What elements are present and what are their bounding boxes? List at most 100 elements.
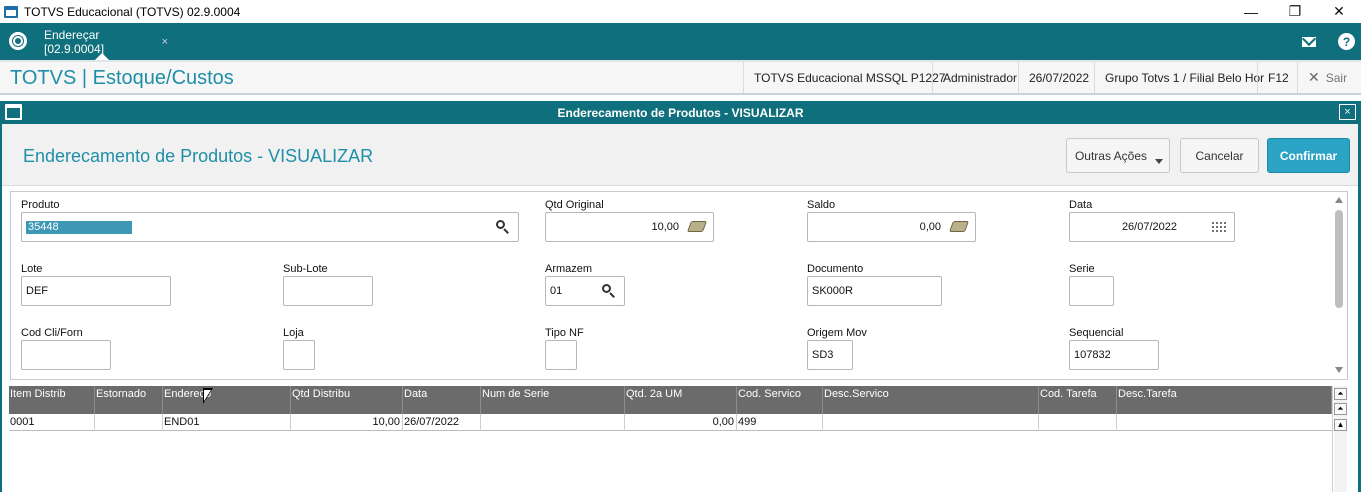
sequencial-label: Sequencial [1069,327,1124,339]
grid-divider [1332,386,1333,492]
produto-label: Produto [21,199,60,211]
tab-label: Endereçar [02.9.0004] [44,27,105,56]
sub-lote-field[interactable] [283,276,373,306]
other-actions-label: Outras Ações [1074,148,1148,163]
other-actions-button[interactable]: Outras Ações [1066,138,1170,173]
armazem-label: Armazem [545,263,593,275]
documento-value: SK000R [812,285,853,297]
lote-label: Lote [21,263,43,275]
module-header: TOTVS | Estoque/Custos TOTVS Educacional… [0,60,1361,95]
data-field[interactable]: 26/07/2022 [1069,212,1235,242]
lote-field[interactable]: DEF [21,276,171,306]
armazem-field[interactable]: 01 [545,276,625,306]
column-header[interactable]: Desc.Tarefa [1117,386,1332,414]
dialog-header: Enderecamento de Produtos - VISUALIZAR O… [2,124,1358,186]
module-title: TOTVS | Estoque/Custos [10,67,234,89]
armazem-value: 01 [550,285,563,297]
scroll-to-top-icon[interactable]: ⏶ [1334,403,1347,415]
mouse-cursor-icon [203,388,213,404]
data-label: Data [1069,199,1093,211]
column-header[interactable]: Estornado [95,386,163,414]
table-cell: 26/07/2022 [403,414,481,431]
search-icon[interactable] [496,220,510,234]
table-cell [481,414,625,431]
grid-scroll-controls: ⏶ ⏶ ▲ [1334,386,1347,492]
page-title: Enderecamento de Produtos - VISUALIZAR [23,146,374,166]
documento-field[interactable]: SK000R [807,276,942,306]
dialog-title: Enderecamento de Produtos - VISUALIZAR [557,106,804,120]
column-header[interactable]: Cod. Servico [737,386,823,414]
saldo-field[interactable]: 0,00 [807,212,976,242]
qtd-original-label: Qtd Original [545,199,604,211]
lote-value: DEF [26,285,48,297]
calculator-icon[interactable] [686,221,708,232]
form-scrollbar[interactable] [1333,194,1346,376]
column-header[interactable]: Data [403,386,481,414]
column-header[interactable]: Endereco [163,386,291,414]
tab-bar: Endereçar [02.9.0004] × ? [0,23,1361,60]
loja-field[interactable] [283,340,315,370]
help-icon[interactable]: ? [1338,33,1355,50]
origem-mov-field[interactable]: SD3 [807,340,853,370]
table-cell: 0,00 [625,414,737,431]
calculator-icon[interactable] [948,221,970,232]
cod-cli-forn-field[interactable] [21,340,111,370]
table-cell [1117,414,1332,431]
active-tab-marker [95,53,109,60]
column-header[interactable]: Num de Serie [481,386,625,414]
sequencial-field[interactable]: 107832 [1069,340,1159,370]
column-header[interactable]: Item Distrib [9,386,95,414]
app-icon [4,5,18,18]
column-header[interactable]: Qtd Distribu [291,386,403,414]
restore-button[interactable]: ❐ [1272,0,1318,23]
search-icon[interactable] [602,284,616,298]
cod-cli-forn-label: Cod Cli/Forn [21,327,83,339]
cancel-button[interactable]: Cancelar [1180,138,1259,173]
table-cell: 0001 [9,414,95,431]
table-cell: 499 [737,414,823,431]
scroll-to-top-icon[interactable]: ⏶ [1334,388,1347,400]
minimize-button[interactable]: — [1228,0,1274,23]
sub-lote-label: Sub-Lote [283,263,328,275]
calendar-icon[interactable] [1211,221,1226,234]
close-window-button[interactable]: ✕ [1316,0,1361,23]
branch-info[interactable]: Grupo Totvs 1 / Filial Belo Hor [1094,62,1274,93]
table-cell [95,414,163,431]
environment-info[interactable]: TOTVS Educacional MSSQL P1227 [743,62,955,93]
window-titlebar: TOTVS Educacional (TOTVS) 02.9.0004 — ❐ … [0,0,1361,23]
tipo-nf-label: Tipo NF [545,327,584,339]
scroll-thumb[interactable] [1335,210,1343,308]
totvs-logo-icon[interactable] [9,32,27,50]
table-cell [823,414,1039,431]
column-header[interactable]: Cod. Tarefa [1039,386,1117,414]
origem-mov-label: Origem Mov [807,327,867,339]
loja-label: Loja [283,327,304,339]
mail-icon[interactable] [1300,33,1317,50]
serie-field[interactable] [1069,276,1114,306]
scroll-up-icon[interactable]: ▲ [1334,419,1347,431]
tipo-nf-field[interactable] [545,340,577,370]
table-cell: 10,00 [291,414,403,431]
serie-label: Serie [1069,263,1095,275]
qtd-original-field[interactable]: 10,00 [545,212,714,242]
exit-button[interactable]: ✕ Sair [1297,62,1357,93]
dialog-close-button[interactable]: × [1339,104,1356,120]
date-info[interactable]: 26/07/2022 [1018,62,1099,93]
window-title: TOTVS Educacional (TOTVS) 02.9.0004 [24,4,241,19]
close-icon: ✕ [1308,69,1320,85]
confirm-button[interactable]: Confirmar [1267,138,1350,173]
f12-shortcut[interactable]: F12 [1257,62,1299,93]
origem-mov-value: SD3 [812,349,834,361]
scroll-down-arrow-icon[interactable] [1335,367,1343,373]
produto-field[interactable]: 35448 [21,212,519,242]
table-row[interactable]: 0001 END01 10,00 26/07/2022 0,00 499 [9,414,1332,431]
table-cell [1039,414,1117,431]
dialog-titlebar: Enderecamento de Produtos - VISUALIZAR × [0,101,1361,124]
user-info[interactable]: Administrador [932,62,1027,93]
scroll-up-arrow-icon[interactable] [1335,197,1343,203]
exit-label: Sair [1325,70,1348,85]
column-header[interactable]: Qtd. 2a UM [625,386,737,414]
tab-close-icon[interactable]: × [162,36,168,48]
tab-enderecar[interactable]: Endereçar [02.9.0004] × [37,23,168,60]
column-header[interactable]: Desc.Servico [823,386,1039,414]
